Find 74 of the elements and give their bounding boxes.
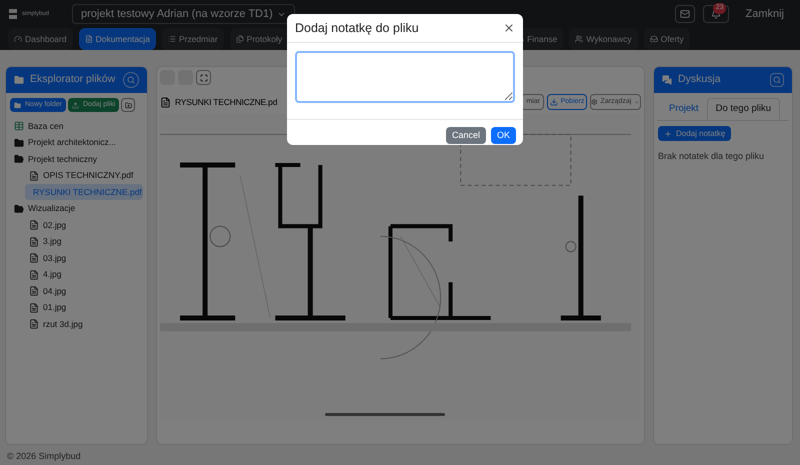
- discussion-tab[interactable]: Projekt: [661, 98, 707, 120]
- nav-tab[interactable]: Wykonawcy: [569, 28, 638, 50]
- panel-title: Dyskusja: [678, 72, 721, 88]
- empty-message: Brak notatek dla tego pliku: [658, 150, 766, 163]
- mail-button[interactable]: [675, 5, 696, 23]
- fullscreen-icon: [200, 74, 208, 82]
- file-icon: [29, 253, 39, 263]
- tree-item[interactable]: 4.jpg: [25, 266, 143, 282]
- tab-icon: [168, 35, 176, 43]
- folder-icon: [14, 75, 24, 85]
- folder-icon: [124, 102, 132, 108]
- tree-item[interactable]: Baza cen: [10, 118, 143, 134]
- chat-icon: [662, 75, 672, 85]
- file-title: RYSUNKI TECHNICZNE.pd: [175, 96, 278, 108]
- tree-item[interactable]: 02.jpg: [25, 217, 143, 233]
- download-icon: [550, 98, 558, 106]
- plus-icon: [664, 130, 672, 138]
- table-icon: [14, 121, 24, 131]
- nav-tab[interactable]: Dokumentacja: [78, 28, 156, 50]
- nav-tab[interactable]: Oferty: [644, 28, 690, 50]
- tree-item[interactable]: rzut 3d.jpg: [25, 316, 143, 332]
- caret-icon: [634, 98, 640, 106]
- file-icon: [29, 286, 39, 296]
- tab-icon: [14, 35, 22, 43]
- note-field[interactable]: [295, 51, 515, 103]
- modal-title: Dodaj notatkę do pliku: [295, 20, 419, 37]
- tab-icon: [236, 35, 244, 43]
- tab-icon: [575, 35, 584, 43]
- file-icon: [29, 170, 39, 180]
- tree-item[interactable]: OPIS TECHNICZNY.pdf: [25, 168, 143, 184]
- upload-icon: [72, 102, 79, 108]
- tree-item[interactable]: 03.jpg: [25, 250, 143, 266]
- folder-icon: [14, 204, 24, 214]
- bell-icon: [711, 9, 722, 19]
- tree-item[interactable]: 01.jpg: [25, 300, 143, 316]
- file-icon: [29, 270, 39, 280]
- logout-link[interactable]: Zamknij: [737, 6, 792, 22]
- search-button[interactable]: [123, 72, 139, 88]
- search-button[interactable]: [770, 73, 784, 87]
- search-icon: [127, 76, 135, 84]
- folder-button[interactable]: [121, 98, 136, 112]
- fullscreen-button[interactable]: [196, 70, 211, 85]
- file-icon: [29, 302, 39, 312]
- file-icon: [29, 220, 39, 230]
- cancel-button[interactable]: Cancel: [446, 127, 486, 144]
- project-select[interactable]: projekt testowy Adrian (na wzorze TD1): [72, 4, 295, 24]
- tree-item[interactable]: 3.jpg: [25, 234, 143, 250]
- folder-icon: [14, 102, 21, 108]
- gear-icon: [591, 98, 598, 106]
- file-icon: [29, 319, 39, 329]
- ok-button[interactable]: OK: [490, 127, 516, 144]
- close-icon: [503, 22, 515, 34]
- tree-item[interactable]: Projekt architektonicz...: [10, 134, 143, 150]
- search-icon: [773, 76, 781, 84]
- nav-tab[interactable]: Protokoły: [230, 28, 288, 50]
- mail-icon: [680, 9, 690, 19]
- close-button[interactable]: [503, 22, 515, 34]
- nav-tab[interactable]: Przedmiar: [162, 28, 224, 50]
- folder-icon: [14, 138, 24, 148]
- discussion-tab[interactable]: Do tego pliku: [706, 98, 780, 120]
- logo-icon: [8, 8, 18, 20]
- tree-item[interactable]: 04.jpg: [25, 283, 143, 299]
- tree-item[interactable]: Wizualizacje: [10, 200, 143, 216]
- nav-tab[interactable]: Dashboard: [8, 28, 73, 50]
- tab-icon: [84, 35, 93, 43]
- add-note-button[interactable]: Dodaj notatkę: [658, 126, 732, 141]
- file-icon: [160, 96, 171, 108]
- panel-title: Eksplorator plików: [30, 72, 116, 88]
- tab-icon: [650, 35, 658, 43]
- folder-icon: [14, 154, 24, 164]
- tree-item[interactable]: Projekt techniczny: [10, 151, 143, 167]
- footer-text: © 2026 Simplybud: [7, 450, 81, 463]
- tree-item[interactable]: RYSUNKI TECHNICZNE.pdf: [25, 184, 143, 200]
- file-icon: [29, 236, 39, 246]
